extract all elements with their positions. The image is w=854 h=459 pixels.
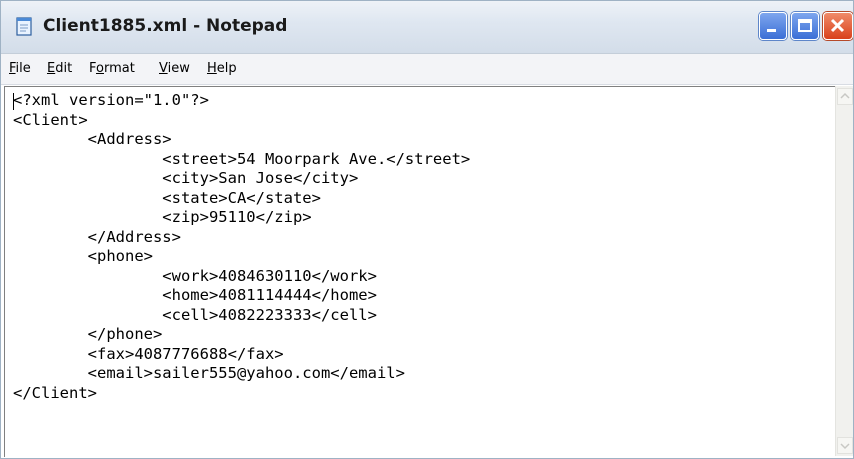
editor-line: </Client>: [13, 383, 97, 402]
editor-line: <cell>4082223333</cell>: [13, 305, 377, 324]
close-icon: [830, 18, 845, 33]
menu-format[interactable]: Format: [89, 61, 135, 76]
menu-edit-mnemonic: E: [47, 61, 56, 76]
menu-help-mnemonic: H: [207, 61, 217, 76]
menu-help-rest: elp: [216, 61, 237, 76]
menu-file-rest: ile: [15, 61, 31, 76]
text-editor[interactable]: <?xml version="1.0"?> <Client> <Address> …: [4, 86, 835, 457]
menu-view-rest: iew: [167, 61, 190, 76]
text-caret: [13, 93, 14, 110]
editor-line: <?xml version="1.0"?>: [13, 91, 209, 109]
notepad-icon: [15, 17, 35, 37]
menu-format-mnemonic: o: [96, 61, 104, 76]
vertical-scrollbar[interactable]: [835, 86, 853, 456]
maximize-button[interactable]: [791, 12, 819, 40]
minimize-icon: [767, 29, 776, 32]
chevron-up-icon: [840, 92, 850, 99]
menu-view[interactable]: View: [159, 61, 190, 76]
scroll-up-button[interactable]: [837, 88, 853, 105]
editor-line: <work>4084630110</work>: [13, 266, 377, 285]
close-button[interactable]: [823, 12, 853, 40]
editor-line: <state>CA</state>: [13, 188, 321, 207]
editor-line: <zip>95110</zip>: [13, 208, 312, 226]
editor-line: <email>sailer555@yahoo.com</email>: [13, 364, 405, 382]
editor-line: <street>54 Moorpark Ave.</street>: [13, 149, 471, 168]
menu-edit[interactable]: Edit: [47, 61, 72, 76]
title-bar[interactable]: Client1885.xml - Notepad: [1, 1, 853, 54]
editor-line: </phone>: [13, 325, 163, 343]
editor-line: <Address>: [13, 130, 172, 148]
menu-format-rest: rmat: [103, 61, 135, 76]
window-title: Client1885.xml - Notepad: [43, 16, 288, 36]
notepad-window: Client1885.xml - Notepad File Edit Forma…: [0, 0, 854, 459]
menu-edit-rest: dit: [55, 61, 73, 76]
editor-line: <fax>4087776688</fax>: [13, 344, 284, 363]
editor-line: </Address>: [13, 227, 181, 246]
editor-line: <home>4081114444</home>: [13, 286, 377, 304]
editor-line: <Client>: [13, 110, 88, 129]
menu-bar: File Edit Format View Help: [1, 54, 853, 85]
editor-content[interactable]: <?xml version="1.0"?> <Client> <Address> …: [13, 91, 470, 403]
editor-line: <city>San Jose</city>: [13, 169, 359, 187]
scroll-down-button[interactable]: [837, 437, 853, 454]
menu-help[interactable]: Help: [207, 61, 237, 76]
menu-view-mnemonic: V: [159, 61, 168, 76]
menu-format-lead: F: [89, 61, 97, 76]
chevron-down-icon: [840, 443, 850, 450]
editor-line: <phone>: [13, 247, 153, 265]
maximize-icon: [798, 19, 812, 32]
minimize-button[interactable]: [759, 12, 787, 40]
menu-file[interactable]: File: [9, 61, 31, 76]
